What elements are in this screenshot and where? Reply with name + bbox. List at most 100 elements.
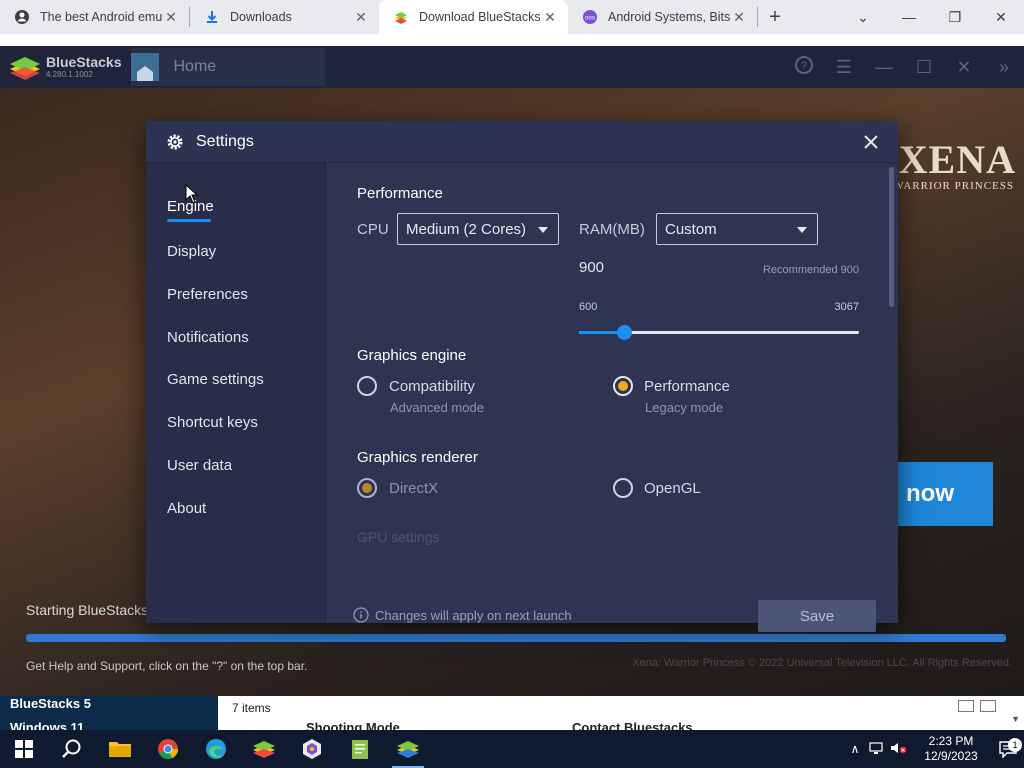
gpu-settings-heading: GPU settings [357, 529, 440, 545]
save-button[interactable]: Save [758, 600, 876, 632]
mouse-cursor-icon [185, 184, 199, 204]
home-icon [131, 53, 160, 81]
edge-button[interactable] [192, 730, 240, 768]
app-version: 4.280.1.1002 [46, 70, 93, 79]
bluestacks-taskbar-button[interactable] [240, 730, 288, 768]
tab-search-icon[interactable]: ⌄ [840, 9, 886, 26]
search-button[interactable] [48, 730, 96, 768]
nav-item-user-data[interactable]: User data [167, 457, 232, 474]
starting-status: Starting BlueStacks [26, 602, 149, 618]
ram-max-label: 3067 [834, 301, 859, 313]
details-view-icon[interactable] [958, 700, 974, 712]
window-controls: ⌄ — ❐ ✕ [840, 0, 1024, 34]
start-button[interactable] [0, 730, 48, 768]
ram-min-label: 600 [579, 301, 598, 313]
home-tab-label: Home [173, 58, 217, 75]
notification-center-button[interactable]: 1 [992, 738, 1024, 758]
network-icon[interactable] [866, 741, 888, 758]
svg-text:?: ? [801, 60, 807, 72]
file-explorer-strip: BlueStacks 5 Windows 11 7 items Shooting… [0, 696, 1024, 735]
tab-download-bluestacks[interactable]: Download BlueStacks ✕ [379, 0, 568, 34]
directx-label: DirectX [389, 480, 439, 497]
maximize-icon[interactable]: ☐ [904, 57, 944, 78]
volume-muted-icon[interactable] [888, 741, 910, 758]
close-icon[interactable]: ✕ [353, 9, 369, 25]
clock-date: 12/9/2023 [924, 749, 978, 763]
close-dialog-button[interactable] [860, 131, 882, 153]
close-icon[interactable]: ✕ [944, 57, 984, 78]
close-icon[interactable]: ✕ [163, 9, 179, 25]
gear-icon [167, 134, 183, 149]
nav-item-display[interactable]: Display [167, 243, 216, 260]
nav-item-shortcut-keys[interactable]: Shortcut keys [167, 414, 258, 431]
settings-dialog: Settings Engine Display Preferences Noti… [146, 121, 898, 632]
clock-time: 2:23 PM [928, 734, 974, 748]
tab-downloads[interactable]: Downloads ✕ [190, 0, 379, 34]
nav-item-about[interactable]: About [167, 500, 206, 517]
multi-instance-button[interactable] [288, 730, 336, 768]
nav-item-preferences[interactable]: Preferences [167, 286, 248, 303]
windows-taskbar: ∧ 2:23 PM 12/9/2023 1 [0, 730, 1024, 768]
file-explorer-button[interactable] [96, 730, 144, 768]
close-window-button[interactable]: ✕ [978, 9, 1024, 26]
bluestacks-titlebar: BlueStacks 4.280.1.1002 Home ? ☰ — ☐ ✕ » [0, 46, 1024, 88]
new-tab-button[interactable]: + [758, 0, 792, 34]
large-icons-view-icon[interactable] [980, 700, 996, 712]
explorer-item-bluestacks5[interactable]: BlueStacks 5 [10, 696, 91, 711]
tab-emulator[interactable]: The best Android emu ✕ [0, 0, 189, 34]
graphics-engine-heading: Graphics engine [357, 347, 467, 364]
tab-title: The best Android emu [40, 10, 163, 24]
bluestacks-icon [253, 741, 275, 758]
minimize-button[interactable]: — [886, 9, 932, 25]
minimize-icon[interactable]: — [864, 57, 904, 78]
banner-subtitle: WARRIOR PRINCESS [893, 180, 1014, 192]
graphics-renderer-heading: Graphics renderer [357, 449, 478, 466]
home-tab[interactable]: Home [131, 48, 326, 86]
search-icon [62, 739, 81, 758]
footer-note-text: Changes will apply on next launch [375, 607, 572, 623]
play-now-button[interactable]: now [898, 462, 993, 526]
notepad-button[interactable] [336, 730, 384, 768]
banner-title: XENA [898, 137, 1016, 182]
close-icon[interactable]: ✕ [542, 9, 558, 25]
restore-button[interactable]: ❐ [932, 9, 978, 26]
bluestacks-installer-button[interactable] [384, 730, 432, 768]
chevron-down-icon [538, 227, 548, 233]
radio-directx[interactable] [357, 478, 377, 498]
cpu-select[interactable]: Medium (2 Cores) [397, 213, 559, 245]
ram-slider[interactable] [579, 325, 859, 340]
tab-android-systems[interactable]: ooo Android Systems, Bits ✕ [568, 0, 757, 34]
svg-text:ooo: ooo [585, 16, 596, 22]
chrome-button[interactable] [144, 730, 192, 768]
close-icon[interactable]: ✕ [731, 9, 747, 25]
ram-recommended: Recommended 900 [762, 264, 859, 276]
performance-sublabel: Legacy mode [645, 400, 724, 415]
ram-slider-thumb[interactable] [617, 325, 633, 340]
ram-select-value: Custom [665, 220, 717, 238]
download-icon [204, 9, 220, 25]
view-toggle [958, 700, 996, 712]
settings-title: Settings [196, 132, 254, 150]
expand-sidebar-icon[interactable]: » [984, 57, 1024, 78]
menu-icon[interactable]: ☰ [824, 57, 864, 78]
ram-select[interactable]: Custom [656, 213, 818, 245]
radio-compatibility[interactable] [357, 376, 377, 396]
help-icon[interactable]: ? [784, 55, 824, 80]
panel-scrollbar[interactable] [889, 167, 894, 307]
system-clock[interactable]: 2:23 PM 12/9/2023 [916, 734, 986, 764]
info-icon [353, 607, 369, 623]
performance-label: Performance [644, 378, 730, 395]
multi-instance-icon [303, 739, 321, 759]
bluestacks-brand: BlueStacks 4.280.1.1002 [46, 55, 121, 79]
nav-item-notifications[interactable]: Notifications [167, 329, 249, 346]
copyright-text: Xena: Warrior Princess © 2022 Universal … [632, 657, 1012, 669]
chevron-up-icon[interactable]: ∧ [844, 742, 866, 756]
scroll-down-arrow-icon[interactable]: ▼ [1011, 714, 1020, 724]
radio-opengl[interactable] [613, 478, 633, 498]
radio-performance[interactable] [613, 376, 633, 396]
ram-current-value: 900 [579, 259, 605, 276]
nav-item-game-settings[interactable]: Game settings [167, 371, 264, 388]
settings-nav: Engine Display Preferences Notifications… [146, 163, 326, 623]
notepad-icon [352, 740, 368, 759]
account-icon [14, 9, 30, 25]
